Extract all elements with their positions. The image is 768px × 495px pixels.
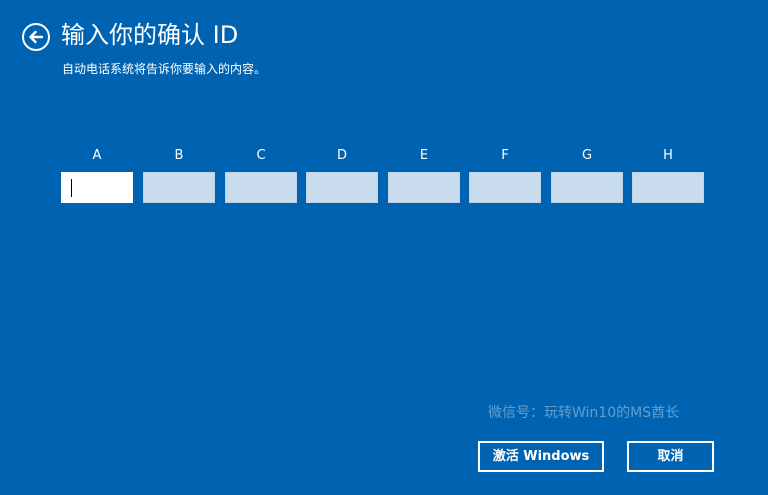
id-input-g[interactable]: [551, 172, 623, 203]
id-group-a: A: [61, 146, 133, 203]
id-group-label: G: [581, 148, 593, 163]
id-group-label: F: [501, 148, 509, 163]
id-group-label: H: [663, 148, 673, 163]
id-group-h: H: [632, 146, 704, 203]
back-arrow-circle-icon: [22, 23, 50, 51]
confirmation-id-groups: A B C D E F G H: [61, 146, 707, 206]
id-group-label: E: [419, 148, 429, 163]
id-group-c: C: [225, 146, 297, 203]
activate-windows-button[interactable]: 激活 Windows: [478, 441, 604, 472]
id-group-label: D: [336, 148, 347, 163]
text-caret: [71, 179, 72, 197]
id-input-e[interactable]: [388, 172, 460, 203]
id-group-f: F: [469, 146, 541, 203]
page-title: 输入你的确认 ID: [61, 21, 239, 49]
id-group-d: D: [306, 146, 378, 203]
id-group-label: A: [92, 148, 102, 163]
page-subtitle: 自动电话系统将告诉你要输入的内容。: [62, 62, 267, 76]
id-input-c[interactable]: [225, 172, 297, 203]
id-group-e: E: [388, 146, 460, 203]
id-group-label: C: [256, 148, 266, 163]
id-input-h[interactable]: [632, 172, 704, 203]
id-input-a[interactable]: [61, 172, 133, 203]
id-group-g: G: [551, 146, 623, 203]
id-input-b[interactable]: [143, 172, 215, 203]
id-group-b: B: [143, 146, 215, 203]
id-input-f[interactable]: [469, 172, 541, 203]
id-input-d[interactable]: [306, 172, 378, 203]
id-group-label: B: [174, 148, 184, 163]
watermark-text: 微信号：玩转Win10的MS酋长: [488, 405, 680, 421]
cancel-button[interactable]: 取消: [627, 441, 714, 472]
back-button[interactable]: [21, 22, 51, 52]
